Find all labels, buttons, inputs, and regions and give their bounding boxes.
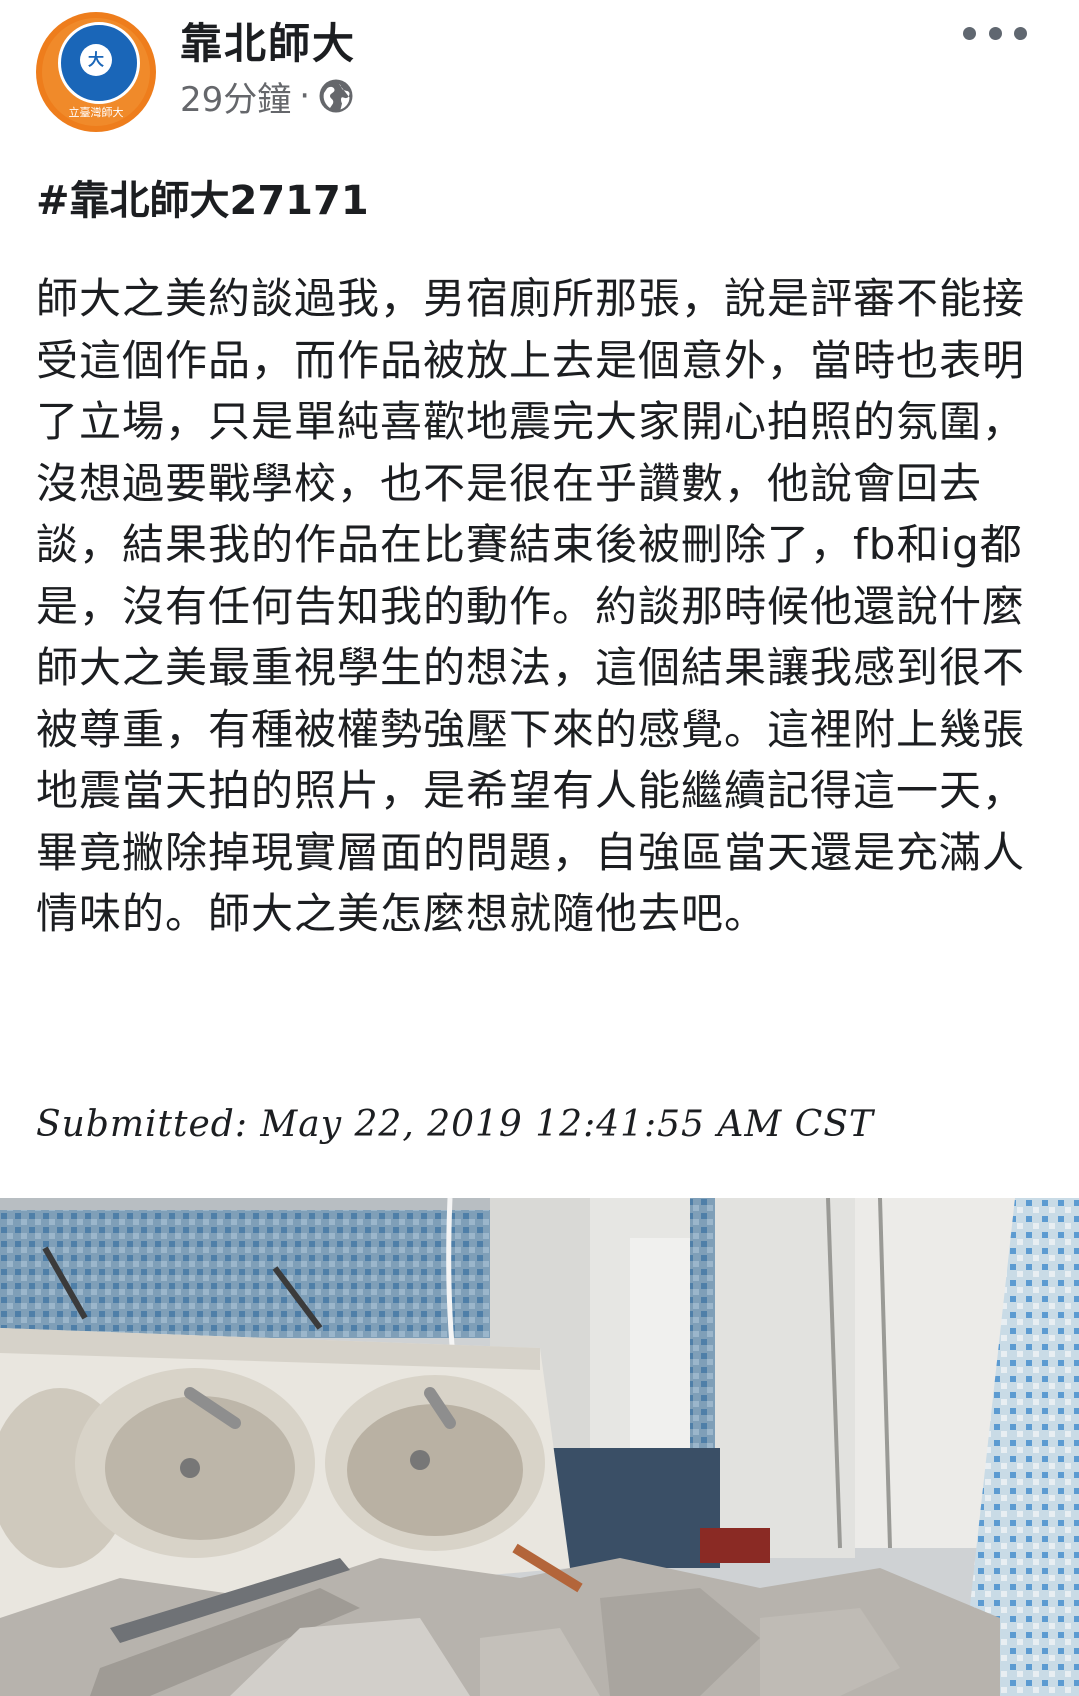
post-photo[interactable] (0, 1198, 1079, 1696)
page-name[interactable]: 靠北師大 (180, 10, 356, 71)
more-dot (988, 26, 1002, 40)
page-avatar[interactable]: 大 立臺灣師大 (36, 12, 156, 132)
avatar-caption: 立臺灣師大 (68, 106, 124, 119)
more-dot (963, 26, 976, 40)
post-body: 師大之美約談過我，男宿廁所那張，說是評審不能接受這個作品，而作品被放上去是個意外… (36, 274, 1026, 938)
post-hashtag[interactable]: #靠北師大27171 (36, 168, 369, 226)
more-dot (1014, 26, 1027, 40)
avatar-emblem-center: 大 (80, 44, 112, 76)
earthquake-bathroom-photo (0, 1198, 1079, 1696)
globe-icon[interactable] (318, 78, 354, 114)
facebook-post: 大 立臺灣師大 靠北師大 29分鐘 · #靠北師大27171 師大之美約談過我，… (0, 0, 1079, 1696)
post-meta: 29分鐘 · (180, 76, 354, 120)
more-options-icon[interactable] (963, 18, 1027, 48)
submitted-timestamp: Submitted: May 22, 2019 12:41:55 AM CST (36, 1104, 874, 1145)
post-timestamp[interactable]: 29分鐘 (180, 72, 291, 121)
meta-separator: · (299, 76, 311, 116)
